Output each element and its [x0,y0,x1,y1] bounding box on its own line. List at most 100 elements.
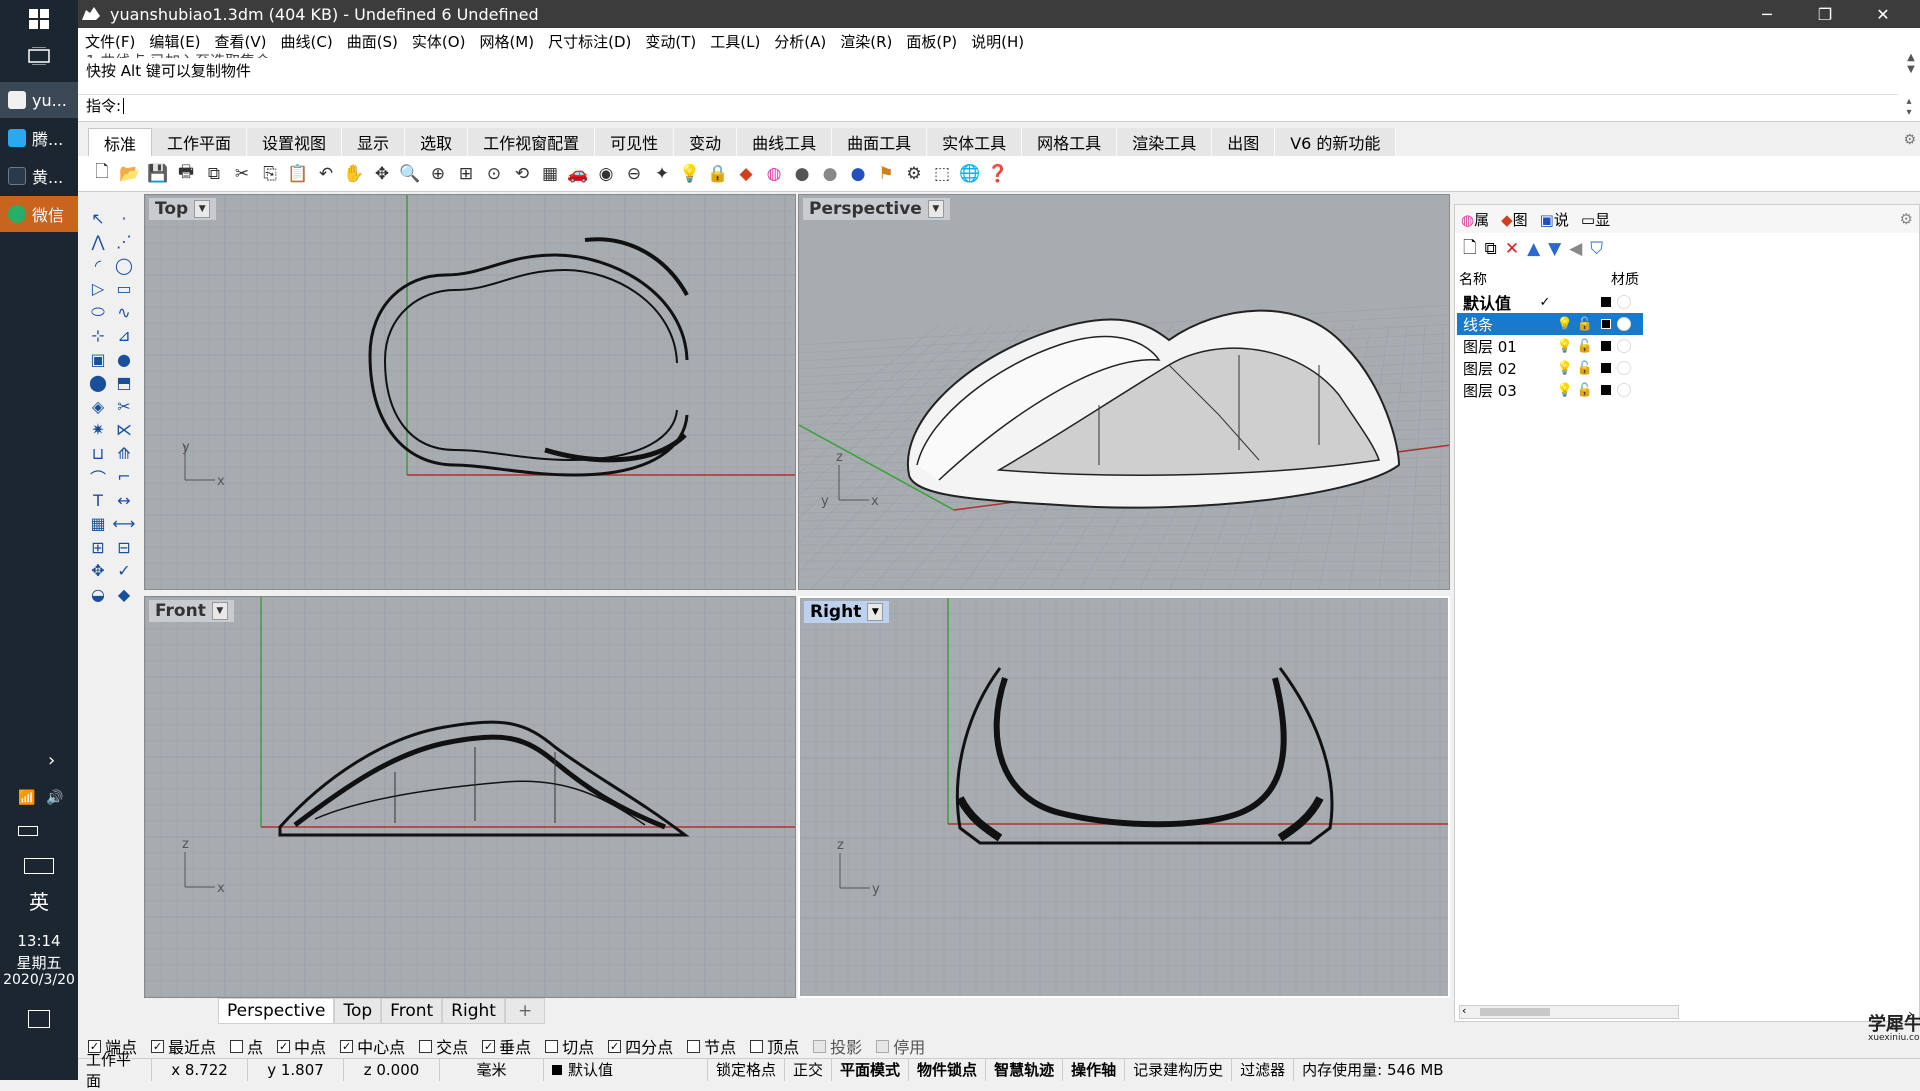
viewport-top[interactable]: Top ▼ y x [144,194,796,590]
clock-date[interactable]: 2020/3/20 [0,972,78,988]
checkbox[interactable]: ✓ [482,1039,496,1053]
toolbar-tab[interactable]: 设置视图 [247,128,343,156]
filter-icon[interactable]: ⚑ [874,162,898,186]
viewport-menu-arrow-icon[interactable]: ▼ [194,200,211,218]
toolbar-tab[interactable]: 变动 [674,128,738,156]
layer-color-swatch[interactable] [1601,363,1611,373]
light-bulb-icon[interactable]: 💡 [1555,383,1575,398]
join-icon[interactable]: ⊔ [86,441,110,465]
globe-icon[interactable]: 🌐 [958,162,982,186]
zoom-extents-icon[interactable]: ⊞ [454,162,478,186]
cut-icon[interactable]: ✂ [230,162,254,186]
viewport-title-top[interactable]: Top ▼ [149,198,217,220]
viewport-tab-front[interactable]: Front [381,998,443,1024]
panel-tab-layers[interactable]: ◆图 [1501,209,1528,230]
light-bulb-icon[interactable]: 💡 [1555,361,1575,376]
gear-icon[interactable]: ⚙ [1900,210,1913,228]
four-view-icon[interactable]: ▦ [538,162,562,186]
toolbar-tab[interactable]: 工作视窗配置 [468,128,596,156]
move-down-icon[interactable]: ▼ [1548,239,1561,259]
windows-start-icon[interactable] [0,6,78,32]
volume-icon[interactable]: 🔊 [46,790,63,806]
mirror-icon[interactable]: ⟷ [112,512,136,536]
menu-dimension[interactable]: 尺寸标注(D) [541,31,638,52]
car-icon[interactable]: 🚗 [566,162,590,186]
layer-color-swatch[interactable] [1601,319,1611,329]
toolbar-tab[interactable]: 选取 [405,128,469,156]
status-toggle[interactable]: 操作轴 [1063,1058,1126,1081]
select-icon[interactable]: ⬚ [930,162,954,186]
material-icon[interactable] [1617,339,1631,353]
rendered-sphere-icon[interactable]: ● [846,162,870,186]
box-icon[interactable]: ▣ [86,347,110,371]
help-icon[interactable]: ❓ [986,162,1010,186]
lock-icon[interactable]: 🔒 [706,162,730,186]
column-name[interactable]: 名称 [1459,269,1487,289]
layer-row[interactable]: 线条 💡 🔓 [1457,313,1643,335]
toolbar-tab[interactable]: 可见性 [595,128,675,156]
current-layer[interactable]: 默认值 [544,1058,708,1081]
layer-row[interactable]: 图层 03 💡 🔓 [1457,379,1643,401]
new-sublayer-icon[interactable]: ⧉ [1485,239,1497,259]
battery-icon[interactable] [18,826,38,836]
layer-row[interactable]: 默认值 ✓ [1457,291,1643,313]
material-icon[interactable] [1617,383,1631,397]
new-layer-icon[interactable]: 🗋 [1463,235,1477,264]
osnap-toggle[interactable]: 交点 [419,1034,468,1058]
viewport-tab-right[interactable]: Right [442,998,505,1024]
osnap-toggle[interactable]: 停用 [876,1034,925,1058]
shaded-sphere-icon[interactable]: ● [790,162,814,186]
viewport-title-front[interactable]: Front ▼ [149,600,234,622]
scroll-left-icon[interactable]: ‹ [1462,1004,1466,1017]
chamfer-icon[interactable]: ⌐ [112,465,136,489]
menu-curve[interactable]: 曲线(C) [274,31,340,52]
print-icon[interactable]: 🖶 [174,162,198,186]
camera-icon[interactable]: ◉ [594,162,618,186]
taskbar-app-wechat[interactable]: 微信 [0,196,78,232]
column-material[interactable]: 材质 [1611,269,1639,289]
explode-icon[interactable]: ✷ [86,418,110,442]
menu-file[interactable]: 文件(F) [78,31,142,52]
delete-icon[interactable]: ✕ [1505,239,1519,259]
menu-edit[interactable]: 编辑(E) [142,31,207,52]
toolbar-tab[interactable]: 曲面工具 [832,128,928,156]
text-icon[interactable]: T [86,488,110,512]
paint-icon[interactable]: ◆ [112,582,136,606]
toolbar-tab[interactable]: 出图 [1212,128,1276,156]
toolbar-tab[interactable]: 显示 [342,128,406,156]
wifi-icon[interactable]: 📶 [18,790,35,806]
checkbox[interactable]: ✓ [277,1039,291,1053]
menu-analyze[interactable]: 分析(A) [767,31,833,52]
material-icon[interactable] [1617,317,1631,331]
osnap-toggle[interactable]: ✓ 中心点 [340,1034,405,1058]
zoom-selected-icon[interactable]: ⊙ [482,162,506,186]
undo-icon[interactable]: ↶ [314,162,338,186]
viewport-right[interactable]: Right ▼ z y [798,596,1450,998]
osnap-toggle[interactable]: 顶点 [750,1034,799,1058]
fillet-icon[interactable]: ⌒ [86,465,110,489]
status-toggle[interactable]: 过滤器 [1232,1058,1295,1081]
layer-icon[interactable]: ◆ [734,162,758,186]
ime-indicator[interactable]: 英 [0,886,78,915]
scrollbar-thumb[interactable] [1480,1008,1550,1016]
task-view-icon[interactable] [0,44,78,68]
command-prompt[interactable]: 指令: [78,94,1898,116]
status-toggle[interactable]: 平面模式 [832,1058,910,1081]
lock-icon[interactable]: 🔓 [1575,339,1595,354]
material-icon[interactable] [1617,295,1631,309]
spin-arrows-icon[interactable]: ▴ ▾ [1902,96,1916,118]
checkbox[interactable]: ✓ [340,1039,354,1053]
boolean-icon[interactable]: ◈ [86,394,110,418]
viewport-title-right[interactable]: Right ▼ [804,601,890,623]
osnap-toggle[interactable]: 点 [230,1034,263,1058]
move-up-icon[interactable]: ▲ [1527,239,1540,259]
open-folder-icon[interactable]: 📂 [118,162,142,186]
taskbar-app-other[interactable]: 黄... [0,158,78,194]
checkbox[interactable] [545,1039,559,1053]
taskbar-app-tencent[interactable]: 腾... [0,120,78,156]
menu-tools[interactable]: 工具(L) [703,31,767,52]
surface-edge-icon[interactable]: ⊿ [112,324,136,348]
surface-pt-icon[interactable]: ⊹ [86,324,110,348]
layer-color-swatch[interactable] [1601,341,1611,351]
panel-tab-display[interactable]: ▭显 [1581,209,1610,230]
